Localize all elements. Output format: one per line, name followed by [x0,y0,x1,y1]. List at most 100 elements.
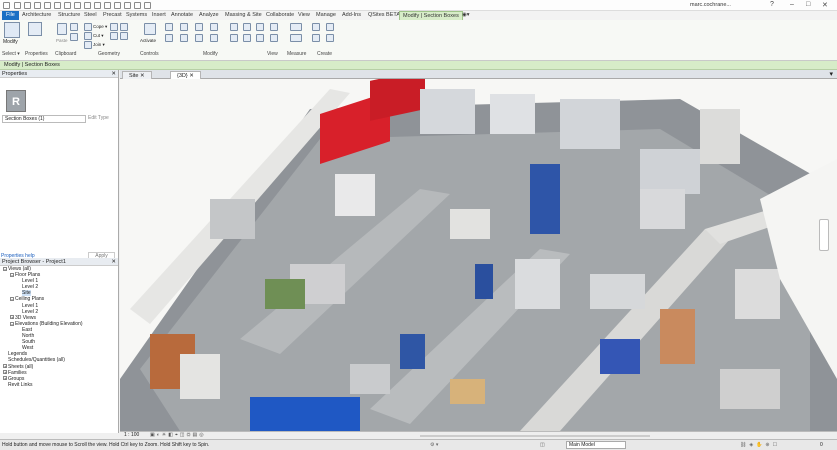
type-selector[interactable]: Section Boxes (1) [2,115,86,123]
properties-icon[interactable] [28,22,42,36]
tree-item[interactable]: Revit Links [0,382,118,388]
collapse-icon[interactable]: − [10,272,14,277]
dimension-icon[interactable] [84,2,91,9]
expand-icon[interactable]: + [3,370,7,375]
activate-label[interactable]: Activate [140,38,156,43]
3d-view-icon[interactable] [104,2,111,9]
tab-file[interactable]: File [2,11,19,20]
cut-geometry-icon[interactable] [84,32,92,40]
expand-icon[interactable]: + [10,315,14,320]
move-icon[interactable] [165,34,173,42]
tab-annotate[interactable]: Annotate [171,11,193,20]
close-icon[interactable]: ✕ [111,70,116,78]
ribbon-toggle-icon[interactable]: ◉▾ [462,11,470,20]
filter-count[interactable]: 0 [820,440,823,450]
modify-cursor-icon[interactable] [4,22,20,38]
unpin-icon[interactable] [256,23,264,31]
collapse-icon[interactable]: − [10,321,14,326]
split-face-icon[interactable] [120,23,128,31]
array-icon[interactable] [230,34,238,42]
sync-icon[interactable] [34,2,41,9]
tab-manage[interactable]: Manage [316,11,336,20]
delete-icon[interactable] [256,34,264,42]
wall-joins-icon[interactable] [110,23,118,31]
view-tab-3d[interactable]: {3D} ✕ [170,71,201,79]
save-icon[interactable] [24,2,31,9]
hide-icon[interactable] [270,23,278,31]
paint-icon[interactable] [110,32,118,40]
text-icon[interactable] [144,2,151,9]
close-icon[interactable]: ✕ [822,1,828,9]
expand-icon[interactable]: + [3,364,7,369]
view-control-icons[interactable]: ▣◐☀◧⌖◫⛭▤◎ [150,432,206,439]
measure-icon[interactable] [290,23,302,31]
collapse-icon[interactable]: − [10,297,14,302]
tab-steel[interactable]: Steel [84,11,97,20]
trim-icon[interactable] [210,34,218,42]
select-panel-label[interactable]: Select ▾ [2,51,20,57]
open-icon[interactable] [14,2,21,9]
tab-insert[interactable]: Insert [152,11,166,20]
create-similar-icon[interactable] [326,34,334,42]
create-parts-icon[interactable] [312,23,320,31]
expand-icon[interactable]: + [3,376,7,381]
tab-qsites-beta[interactable]: QSites BETA [368,11,400,20]
split-icon[interactable] [230,23,238,31]
align-icon[interactable] [165,23,173,31]
modify-label[interactable]: Modify [3,39,18,45]
mirror-draw-icon[interactable] [210,23,218,31]
worksharing-icon[interactable]: ⚙ ▾ [430,440,438,450]
selection-filter-icons[interactable]: ⛓◈✋⊕☐ [740,440,780,450]
navigation-bar[interactable] [819,219,829,251]
design-options-icon[interactable]: ◫ [540,440,545,450]
cut-clipboard-icon[interactable] [70,23,78,31]
copy-clipboard-icon[interactable] [70,33,78,41]
cope-label[interactable]: Cope ▾ [93,24,107,30]
join-label[interactable]: Join ▾ [93,42,105,48]
switch-windows-icon[interactable] [134,2,141,9]
paste-label[interactable]: Paste [56,38,68,43]
view-scale[interactable]: 1 : 100 [124,432,139,439]
print-icon[interactable] [64,2,71,9]
tab-massing-site[interactable]: Massing & Site [225,11,262,20]
redo-icon[interactable] [54,2,61,9]
override-icon[interactable] [270,34,278,42]
tab-analyze[interactable]: Analyze [199,11,219,20]
demolish-icon[interactable] [120,32,128,40]
edit-type-button[interactable]: Edit Type [88,115,109,121]
join-icon[interactable] [84,41,92,49]
minimize-icon[interactable]: – [790,1,794,8]
mirror-axis-icon[interactable] [195,23,203,31]
help-icon[interactable]: ? [770,1,774,8]
tab-systems[interactable]: Systems [126,11,147,20]
tab-modify-section-boxes[interactable]: Modify | Section Boxes [399,11,463,20]
pin-icon[interactable] [243,34,251,42]
view-tabs-menu-icon[interactable]: ▾ [829,70,833,78]
active-model-select[interactable]: Main Model [566,441,626,449]
close-hidden-icon[interactable] [124,2,131,9]
create-group-icon[interactable] [312,34,320,42]
tab-add-ins[interactable]: Add-Ins [342,11,361,20]
section-icon[interactable] [114,2,121,9]
app-icon[interactable] [3,2,10,9]
paste-icon[interactable] [57,23,67,35]
tab-view[interactable]: View [298,11,310,20]
tab-collaborate[interactable]: Collaborate [266,11,294,20]
copy-icon[interactable] [180,34,188,42]
3d-viewport[interactable] [120,79,837,431]
rotate-icon[interactable] [195,34,203,42]
user-name[interactable]: marc.cochrane... [690,2,731,8]
activate-icon[interactable] [144,23,156,35]
horizontal-scrollbar[interactable] [420,435,650,437]
tab-precast[interactable]: Precast [103,11,122,20]
tab-structure[interactable]: Structure [58,11,80,20]
offset-icon[interactable] [180,23,188,31]
close-icon[interactable]: ✕ [111,258,116,266]
undo-icon[interactable] [44,2,51,9]
view-tab-site[interactable]: Site ✕ [122,71,152,79]
measure-icon[interactable] [74,2,81,9]
create-assembly-icon[interactable] [326,23,334,31]
tab-architecture[interactable]: Architecture [22,11,51,20]
scale-icon[interactable] [243,23,251,31]
collapse-icon[interactable]: − [3,266,7,271]
